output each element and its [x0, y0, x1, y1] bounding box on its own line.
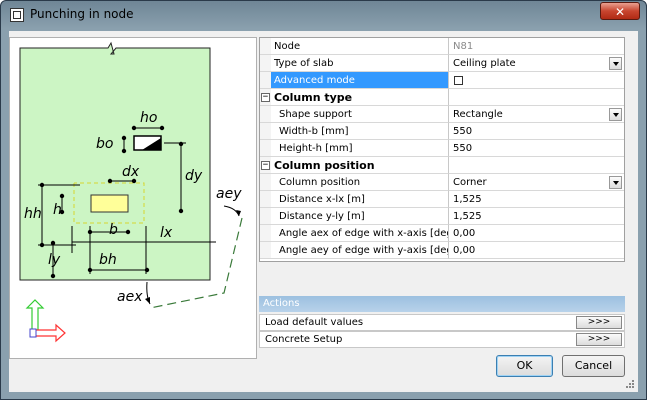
action-concrete-setup[interactable]: Concrete Setup >>>	[259, 331, 625, 348]
advanced-mode-value[interactable]	[449, 72, 624, 89]
window-title: Punching in node	[30, 7, 134, 21]
dialog-client-area: ho bo dx dy hh h b lx ly bh aey aex Node…	[9, 31, 638, 392]
property-grid: Node N81 Type of slab Ceiling plate Adva…	[259, 37, 625, 262]
column-position-select[interactable]: Corner	[449, 174, 624, 191]
type-of-slab-select[interactable]: Ceiling plate	[449, 55, 624, 72]
row-width-b[interactable]: Width-b [mm] 550	[260, 123, 624, 140]
label-bo: bo	[96, 136, 113, 152]
label-b: b	[109, 222, 118, 238]
row-shape-support-label: Shape support	[271, 106, 449, 123]
row-distance-y[interactable]: Distance y-ly [m] 1,525	[260, 208, 624, 225]
row-angle-aey-label: Angle aey of edge with y-axis [deg]	[271, 242, 449, 259]
ok-button[interactable]: OK	[496, 355, 553, 377]
label-aex: aex	[117, 289, 143, 305]
shape-support-value: Rectangle	[453, 109, 503, 120]
collapse-icon[interactable]: −	[261, 93, 270, 102]
label-ly: ly	[48, 252, 61, 268]
category-column-position[interactable]: − Column position	[260, 157, 624, 174]
row-height-h[interactable]: Height-h [mm] 550	[260, 140, 624, 157]
actions-panel: Actions Load default values >>> Concrete…	[259, 296, 625, 360]
row-node-value: N81	[449, 38, 624, 55]
row-column-position-label: Column position	[271, 174, 449, 191]
row-type-of-slab-label: Type of slab	[271, 55, 449, 72]
row-angle-aey[interactable]: Angle aey of edge with y-axis [deg] 0,00	[260, 242, 624, 259]
aex-arrowhead	[145, 297, 150, 304]
angle-aey-field[interactable]: 0,00	[449, 242, 624, 259]
resize-grip-icon[interactable]	[625, 379, 635, 389]
label-dx: dx	[122, 164, 140, 180]
row-distance-x-label: Distance x-lx [m]	[271, 191, 449, 208]
distance-x-field[interactable]: 1,525	[449, 191, 624, 208]
distance-y-field[interactable]: 1,525	[449, 208, 624, 225]
punching-diagram-panel: ho bo dx dy hh h b lx ly bh aey aex	[9, 37, 257, 359]
row-node-label: Node	[271, 38, 449, 55]
dropdown-arrow-icon[interactable]	[609, 176, 622, 189]
label-ho: ho	[140, 110, 157, 126]
label-dy: dy	[185, 168, 203, 184]
row-column-position[interactable]: Column position Corner	[260, 174, 624, 191]
advanced-mode-checkbox[interactable]	[454, 76, 463, 85]
shape-support-select[interactable]: Rectangle	[449, 106, 624, 123]
column-rect	[90, 194, 129, 213]
actions-header: Actions	[259, 296, 625, 312]
axis-origin	[29, 328, 37, 338]
cancel-button[interactable]: Cancel	[562, 355, 625, 377]
title-bar[interactable]: Punching in node ✕	[1, 1, 646, 29]
action-concrete-setup-label: Concrete Setup	[265, 334, 343, 345]
row-angle-aex-label: Angle aex of edge with x-axis [deg]	[271, 225, 449, 242]
x-axis-arrow	[33, 323, 66, 343]
row-type-of-slab[interactable]: Type of slab Ceiling plate	[260, 55, 624, 72]
label-h: h	[53, 202, 62, 218]
action-load-default-values[interactable]: Load default values >>>	[259, 314, 625, 331]
label-lx: lx	[160, 225, 173, 241]
close-button[interactable]: ✕	[600, 2, 640, 20]
action-load-default-values-label: Load default values	[265, 317, 364, 328]
category-column-position-label: Column position	[271, 157, 449, 174]
dialog-window: Punching in node ✕ ho bo dx dy hh h b lx…	[0, 0, 647, 400]
row-shape-support[interactable]: Shape support Rectangle	[260, 106, 624, 123]
punching-diagram: ho bo dx dy hh h b lx ly bh aey aex	[19, 41, 243, 343]
height-h-field[interactable]: 550	[449, 140, 624, 157]
axis-icon	[25, 299, 66, 343]
angle-aex-field[interactable]: 0,00	[449, 225, 624, 242]
label-aey: aey	[216, 186, 242, 202]
label-bh: bh	[99, 252, 117, 268]
category-column-type-label: Column type	[271, 89, 449, 106]
column-position-value: Corner	[453, 177, 487, 188]
row-height-h-label: Height-h [mm]	[271, 140, 449, 157]
y-axis-arrow	[25, 299, 45, 331]
row-width-b-label: Width-b [mm]	[271, 123, 449, 140]
row-advanced-mode-label: Advanced mode	[271, 72, 449, 89]
type-of-slab-value: Ceiling plate	[453, 58, 516, 69]
category-column-type[interactable]: − Column type	[260, 89, 624, 106]
dropdown-arrow-icon[interactable]	[609, 108, 622, 121]
row-advanced-mode[interactable]: Advanced mode	[260, 72, 624, 89]
app-icon	[10, 8, 24, 22]
label-hh: hh	[24, 206, 42, 222]
dropdown-arrow-icon[interactable]	[609, 57, 622, 70]
collapse-icon[interactable]: −	[261, 161, 270, 170]
row-angle-aex[interactable]: Angle aex of edge with x-axis [deg] 0,00	[260, 225, 624, 242]
concrete-setup-button[interactable]: >>>	[576, 333, 622, 346]
load-default-values-button[interactable]: >>>	[576, 316, 622, 329]
row-distance-y-label: Distance y-ly [m]	[271, 208, 449, 225]
width-b-field[interactable]: 550	[449, 123, 624, 140]
row-node: Node N81	[260, 38, 624, 55]
row-distance-x[interactable]: Distance x-lx [m] 1,525	[260, 191, 624, 208]
